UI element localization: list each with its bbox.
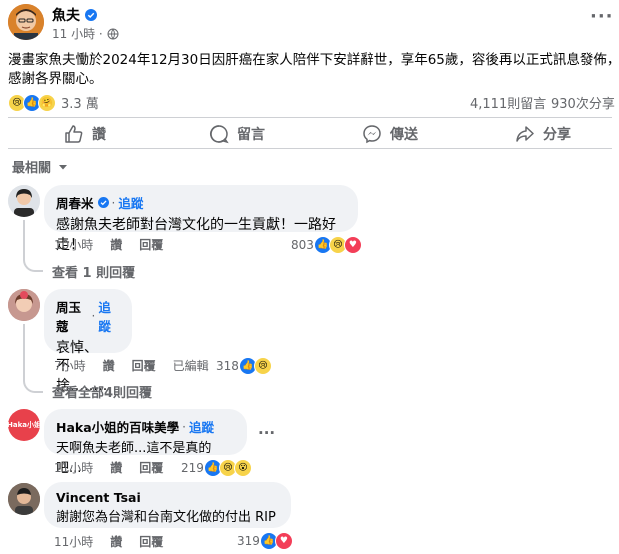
comment-count[interactable]: 4,111則留言 (470, 93, 546, 112)
love-reaction-icon: ♥ (274, 532, 293, 550)
share-button[interactable]: 分享 (515, 124, 571, 144)
sort-label: 最相關 (12, 161, 52, 176)
comment-reaction-count: 803 (291, 238, 314, 252)
comment-bubble: Vincent Tsai 謝謝您為台灣和台南文化做的付出 RIP (44, 482, 291, 528)
comment-author[interactable]: Vincent Tsai (56, 490, 141, 505)
comment-time[interactable]: 11小時 (54, 533, 93, 550)
user-photo-icon (8, 185, 40, 217)
share-count[interactable]: 930次分享 (551, 93, 615, 112)
reaction-count: 3.3 萬 (61, 97, 99, 112)
view-replies-link[interactable]: 查看全部4則回覆 (52, 382, 152, 401)
comment-meta: 11小時 讚 回覆 (54, 533, 180, 550)
post-author-avatar[interactable] (8, 4, 44, 40)
author-photo-icon (8, 4, 44, 40)
share-arrow-icon (516, 126, 534, 142)
comment-reply-link[interactable]: 回覆 (132, 357, 156, 374)
divider-bottom (8, 148, 612, 149)
comment-bubble: 周玉蔻 · 追蹤 哀悼、 不捨……… (44, 289, 132, 394)
comment-reactions[interactable]: 219 👍 😢 😮 (181, 459, 252, 477)
comment-meta: 11小時 讚 回覆 (54, 459, 180, 476)
comment-button[interactable]: 留言 (209, 124, 265, 144)
post-reaction-summary[interactable]: 😢 👍 🤗 3.3 萬 (8, 93, 99, 112)
comment-reaction-count: 318 (216, 359, 239, 373)
view-replies-link[interactable]: 查看 1 則回覆 (52, 262, 135, 281)
dot-separator: · (91, 309, 96, 323)
comment-more-button[interactable]: ··· (258, 424, 275, 442)
verified-badge-icon (85, 9, 97, 21)
send-button[interactable]: 傳送 (362, 124, 418, 144)
comment-avatar[interactable]: Haka小姐 (8, 409, 40, 441)
comment-like-link[interactable]: 讚 (110, 459, 122, 476)
comment-avatar[interactable] (8, 289, 40, 321)
comment-reactions[interactable]: 319 👍 ♥ (237, 532, 293, 550)
comment-bubble-icon (210, 125, 229, 144)
thumb-up-icon (65, 125, 83, 143)
post-more-button[interactable]: ··· (590, 6, 614, 27)
post-text: 漫畫家魚夫慟於2024年12月30日因肝癌在家人陪伴下安詳辭世，享年65歲，容後… (8, 51, 619, 89)
dot-separator: · (182, 419, 186, 434)
comment-button-label: 留言 (237, 127, 265, 143)
verified-badge-icon (97, 197, 109, 208)
comment-author[interactable]: Haka小姐的百味美學 (56, 417, 179, 436)
love-reaction-icon: ♥ (343, 236, 362, 254)
comment-reaction-count: 319 (237, 534, 260, 548)
care-reaction-icon: 🤗 (38, 93, 56, 112)
comment-edited-label[interactable]: 已編輯 (173, 357, 209, 374)
comment-meta: 10小時 讚 回覆 (54, 236, 180, 253)
reply-thread-line (23, 324, 43, 393)
post-time-row: 11 小時 · (52, 25, 119, 42)
comment-reply-link[interactable]: 回覆 (139, 459, 163, 476)
globe-icon (107, 28, 119, 39)
comment-avatar[interactable] (8, 483, 40, 515)
comment-reaction-count: 219 (181, 461, 204, 475)
comment-text-line-1: 哀悼、 (56, 340, 98, 356)
comment-avatar[interactable] (8, 185, 40, 217)
comment-time[interactable]: 11小時 (54, 459, 93, 476)
comment-reply-link[interactable]: 回覆 (139, 533, 163, 550)
post-time[interactable]: 11 小時 · (52, 25, 103, 42)
comment-reactions[interactable]: 803 👍 😢 ♥ (291, 236, 362, 254)
post-author-name[interactable]: 魚夫 (52, 5, 80, 25)
like-button[interactable]: 讚 (64, 124, 106, 144)
messenger-icon (363, 125, 381, 144)
comment-reactions[interactable]: 318 👍 😢 (216, 357, 272, 375)
comment-text: 謝謝您為台灣和台南文化做的付出 RIP (56, 510, 276, 525)
caret-down-icon (59, 164, 68, 169)
share-button-label: 分享 (543, 127, 571, 143)
comment-reply-link[interactable]: 回覆 (139, 236, 163, 253)
comment-author[interactable]: 周玉蔻 (56, 297, 89, 335)
follow-link[interactable]: 追蹤 (98, 297, 120, 335)
send-button-label: 傳送 (390, 127, 418, 143)
follow-link[interactable]: 追蹤 (118, 193, 143, 212)
comment-author[interactable]: 周春米 (56, 193, 94, 212)
haka-logo-text: Haka小姐 (8, 421, 40, 429)
user-photo-icon (8, 483, 40, 515)
divider-top (8, 117, 612, 118)
sad-reaction-icon: 😢 (253, 357, 272, 375)
post-text-line-1: 漫畫家魚夫慟於2024年12月30日因肝癌在家人陪伴下安詳辭世，享年65歲，容後… (8, 52, 619, 68)
wow-reaction-icon: 😮 (233, 459, 252, 477)
comment-bubble: Haka小姐的百味美學 · 追蹤 天啊魚夫老師...這不是真的吧... (44, 409, 247, 476)
user-photo-icon (8, 289, 40, 321)
dot-separator: · (111, 195, 116, 210)
comment-time[interactable]: 10小時 (54, 236, 93, 253)
post-author-name-row: 魚夫 (52, 5, 97, 25)
comment-sort-dropdown[interactable]: 最相關 (12, 157, 69, 176)
comment-like-link[interactable]: 讚 (110, 236, 122, 253)
reply-thread-line (23, 220, 43, 272)
post-text-line-2: 感謝各界關心。 (8, 71, 103, 87)
comment-time[interactable]: 7小時 (54, 357, 86, 374)
comment-bubble: 周春米 · 追蹤 感謝魚夫老師對台灣文化的一生貢獻！一路好走！ (44, 185, 358, 253)
comment-like-link[interactable]: 讚 (110, 533, 122, 550)
like-button-label: 讚 (92, 127, 106, 143)
comment-like-link[interactable]: 讚 (103, 357, 115, 374)
comment-meta: 7小時 讚 回覆 已編輯 (54, 357, 226, 374)
follow-link[interactable]: 追蹤 (189, 417, 214, 436)
